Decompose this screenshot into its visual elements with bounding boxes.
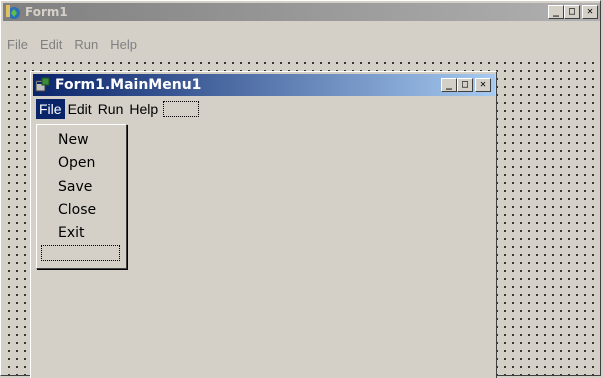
delphi-app-icon [5,4,21,20]
inner-menu-file[interactable]: File [36,99,65,119]
menu-item-new[interactable]: New [58,132,89,148]
menu-designer-icon [35,77,51,93]
close-icon: ✕ [479,79,487,90]
outer-menu-help[interactable]: Help [104,37,143,52]
maximize-icon: □ [568,6,576,17]
outer-menu-edit[interactable]: Edit [34,37,68,52]
inner-maximize-button[interactable]: □ [457,78,473,92]
menu-item-save[interactable]: Save [58,179,92,195]
maximize-button[interactable]: □ [564,5,580,19]
menu-item-close[interactable]: Close [58,202,96,218]
minimize-icon: _ [445,79,453,90]
inner-window-controls: _ □ ✕ [441,78,491,92]
inner-menu-run[interactable]: Run [95,99,127,119]
inner-minimize-button[interactable]: _ [441,78,457,92]
menu-item-open[interactable]: Open [58,155,95,171]
outer-menu-file[interactable]: File [3,37,34,52]
close-button[interactable]: ✕ [582,5,598,19]
inner-menu-help[interactable]: Help [126,99,161,119]
new-menu-item-placeholder[interactable] [163,101,200,117]
inner-menu-edit[interactable]: Edit [65,99,95,119]
outer-menu-run[interactable]: Run [68,37,104,52]
close-icon: ✕ [586,6,594,17]
outer-window-title: Form1 [25,5,68,19]
outer-window-controls: _ □ ✕ [548,5,598,19]
minimize-icon: _ [552,6,560,17]
outer-menu-bar: File Edit Run Help [3,33,143,55]
menu-item-exit[interactable]: Exit [58,225,85,241]
maximize-icon: □ [461,79,469,90]
minimize-button[interactable]: _ [548,5,564,19]
new-dropdown-item-placeholder[interactable] [41,245,120,261]
outer-title-bar[interactable]: Form1 _ □ ✕ [3,3,600,21]
inner-menu-bar: File Edit Run Help [33,99,200,119]
inner-window-title: Form1.MainMenu1 [55,77,202,93]
file-dropdown-menu: New Open Save Close Exit [36,124,127,269]
inner-title-bar[interactable]: Form1.MainMenu1 _ □ ✕ [33,74,495,96]
inner-close-button[interactable]: ✕ [475,78,491,92]
